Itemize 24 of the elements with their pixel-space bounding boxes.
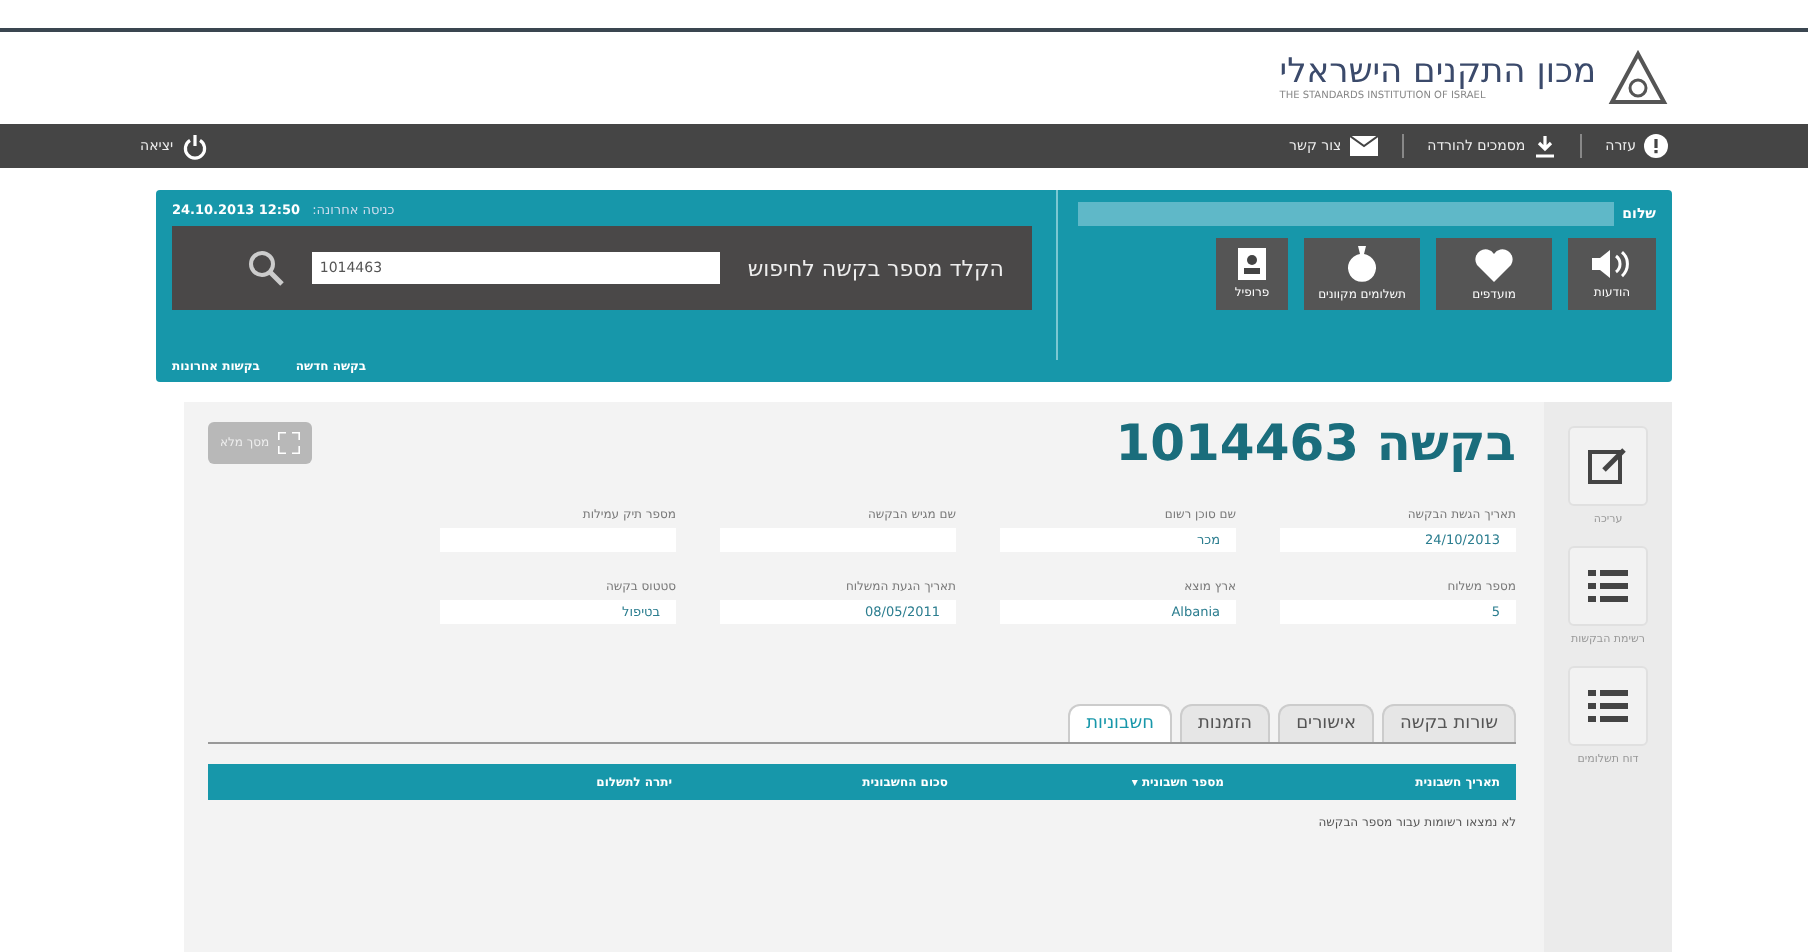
expand-icon (277, 432, 300, 454)
tab[interactable]: אישורים (1278, 704, 1375, 742)
power-icon (181, 133, 208, 159)
side-nav-button[interactable] (1568, 426, 1648, 506)
search-icon[interactable] (247, 250, 284, 286)
tab[interactable]: חשבוניות (1068, 704, 1172, 742)
side-nav-button[interactable] (1568, 666, 1648, 746)
triangle-logo-icon (1608, 50, 1668, 106)
search-label: הקלד מספר בקשה לחיפוש (747, 255, 1004, 281)
tab[interactable]: שורות בקשה (1382, 704, 1516, 742)
info-icon (1644, 134, 1668, 158)
tab[interactable]: הזמנות (1179, 704, 1271, 742)
money-bag-icon (1348, 246, 1376, 282)
speaker-icon (1590, 248, 1634, 280)
logo-title: מכון התקנים הישראלי (1279, 53, 1596, 91)
heart-icon (1474, 247, 1514, 281)
mail-icon (1349, 136, 1378, 156)
side-nav-button[interactable] (1568, 546, 1648, 626)
contact-card-icon (1238, 248, 1266, 280)
list-icon (1588, 568, 1628, 604)
list-icon (1588, 688, 1628, 724)
edit-icon (1588, 446, 1628, 486)
download-icon (1533, 135, 1556, 157)
request-title: בקשה 1014463 (1115, 414, 1516, 472)
